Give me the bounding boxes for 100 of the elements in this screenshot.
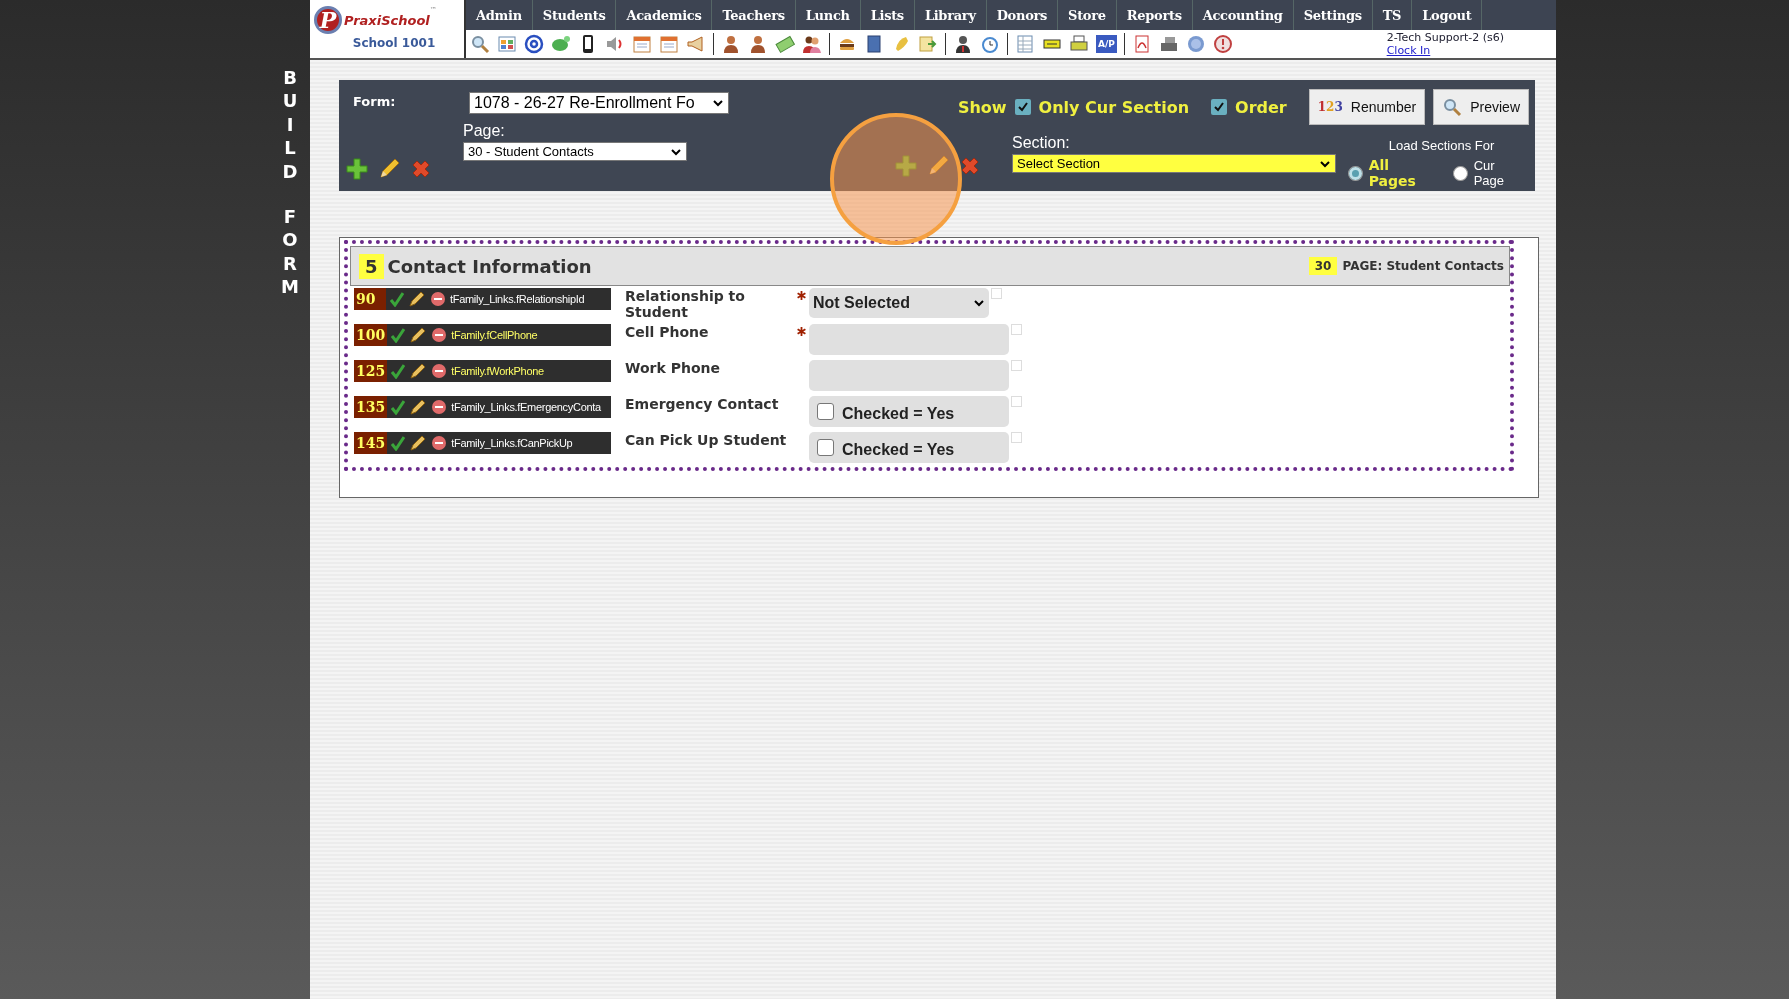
square-icon bbox=[1011, 360, 1022, 371]
pencil-icon[interactable] bbox=[409, 362, 428, 380]
person-icon[interactable] bbox=[721, 34, 741, 54]
pencil-icon[interactable] bbox=[409, 326, 428, 344]
checkbox[interactable] bbox=[817, 439, 834, 456]
checkbox-label: Checked = Yes bbox=[842, 440, 955, 459]
radio-button[interactable] bbox=[1453, 165, 1468, 181]
radio-button[interactable] bbox=[1348, 165, 1363, 181]
square-icon bbox=[991, 288, 1002, 299]
megaphone-icon[interactable] bbox=[686, 34, 706, 54]
form-select[interactable]: 1078 - 26-27 Re-Enrollment Fo bbox=[469, 92, 729, 114]
grid-icon[interactable] bbox=[497, 34, 517, 54]
field-name: tFamily.fWorkPhone bbox=[451, 365, 544, 377]
section-select[interactable]: Select Section bbox=[1012, 154, 1336, 173]
chevron-down-icon bbox=[712, 98, 724, 108]
page-select[interactable]: 30 - Student Contacts bbox=[463, 142, 687, 161]
input-field[interactable] bbox=[809, 360, 1009, 391]
checkmark-icon[interactable] bbox=[390, 291, 404, 307]
nav-item[interactable]: Settings bbox=[1293, 0, 1373, 30]
nav-item[interactable]: Academics bbox=[616, 0, 713, 30]
chevron-down-icon bbox=[670, 146, 682, 157]
pencil-icon[interactable] bbox=[409, 398, 428, 416]
field-label: Work Phone bbox=[625, 360, 721, 376]
checkbox-label: Only Cur Section bbox=[1038, 97, 1190, 117]
search-icon[interactable] bbox=[470, 34, 490, 54]
printer-icon[interactable] bbox=[1069, 34, 1089, 54]
remove-icon[interactable] bbox=[431, 363, 448, 379]
field-label: Emergency Contact bbox=[625, 396, 780, 412]
page-number: 30 bbox=[1308, 257, 1338, 275]
nav-item[interactable]: Donors bbox=[986, 0, 1059, 30]
section-title: Contact Information bbox=[387, 255, 592, 277]
pencil-icon[interactable] bbox=[409, 434, 428, 452]
ap-icon[interactable]: A/P bbox=[1096, 35, 1117, 53]
checkbox[interactable] bbox=[1014, 99, 1031, 115]
nav-item[interactable]: Teachers bbox=[712, 0, 796, 30]
vertical-title: BUILD bbox=[281, 66, 299, 183]
checkmark-icon bbox=[1213, 101, 1226, 113]
radio-label: All Pages bbox=[1368, 157, 1417, 189]
field-name: tFamily_Links.fRelationshipId bbox=[450, 293, 585, 305]
field-name: tFamily.fCellPhone bbox=[451, 329, 538, 341]
order-number: 90 bbox=[354, 288, 386, 310]
remove-icon[interactable] bbox=[431, 327, 448, 343]
person-icon[interactable] bbox=[748, 34, 768, 54]
calendar-icon[interactable] bbox=[659, 34, 679, 54]
nav-item[interactable]: TS bbox=[1372, 0, 1413, 30]
remove-icon[interactable] bbox=[431, 435, 448, 451]
nav-item[interactable]: Library bbox=[914, 0, 987, 30]
checkbox-field[interactable]: Checked = Yes bbox=[809, 396, 1009, 427]
person-icon[interactable] bbox=[953, 34, 973, 54]
chevron-down-icon bbox=[973, 298, 985, 308]
nav-item[interactable]: Logout bbox=[1412, 0, 1483, 30]
clock-in-link[interactable]: Clock In bbox=[1386, 44, 1504, 57]
order-number: 125 bbox=[354, 360, 388, 382]
cash-register-icon[interactable] bbox=[1158, 34, 1179, 54]
order-number: 145 bbox=[354, 432, 388, 454]
chat-bubble-icon[interactable] bbox=[551, 34, 571, 54]
square-icon bbox=[1011, 396, 1022, 407]
nav-item[interactable]: Admin bbox=[466, 0, 533, 30]
book-icon[interactable] bbox=[864, 34, 884, 54]
order-number: 135 bbox=[354, 396, 388, 418]
preview-button[interactable]: Preview bbox=[1433, 89, 1529, 125]
checkmark-icon[interactable] bbox=[391, 363, 406, 379]
numbers-icon: 123 bbox=[1317, 100, 1343, 114]
alert-icon[interactable] bbox=[1212, 34, 1233, 54]
checkmark-icon[interactable] bbox=[391, 327, 406, 343]
renumber-button[interactable]: 123 Renumber bbox=[1308, 89, 1426, 125]
nav-item[interactable]: Students bbox=[532, 0, 617, 30]
pencil-icon[interactable] bbox=[377, 157, 401, 181]
people-icon[interactable] bbox=[802, 34, 822, 54]
checkmark-icon[interactable] bbox=[391, 399, 406, 415]
document-arrow-icon[interactable] bbox=[918, 34, 938, 54]
nav-item[interactable]: Accounting bbox=[1192, 0, 1294, 30]
nav-item[interactable]: Reports bbox=[1116, 0, 1193, 30]
field-name: tFamily_Links.fEmergencyConta bbox=[451, 401, 601, 413]
checkbox-label: Checked = Yes bbox=[842, 404, 955, 423]
nav-item[interactable]: Lunch bbox=[795, 0, 861, 30]
dropdown[interactable]: Not Selected bbox=[809, 288, 989, 318]
checkbox-label: Order bbox=[1235, 97, 1287, 117]
checkbox[interactable] bbox=[1211, 99, 1228, 115]
section-label: Section: bbox=[1012, 134, 1071, 152]
search-icon bbox=[1442, 97, 1463, 117]
pencil-icon[interactable] bbox=[408, 290, 426, 308]
nav-item[interactable]: Lists bbox=[860, 0, 915, 30]
input-field[interactable] bbox=[809, 324, 1009, 355]
vertical-title: FORM bbox=[281, 204, 299, 299]
field-label: Cell Phone bbox=[625, 324, 710, 340]
help-icon[interactable] bbox=[1185, 34, 1206, 54]
section-number: 5 bbox=[359, 253, 384, 279]
remove-icon[interactable] bbox=[431, 399, 448, 415]
checkbox[interactable] bbox=[817, 403, 834, 420]
checkmark-icon[interactable] bbox=[391, 435, 406, 451]
remove-icon[interactable] bbox=[430, 291, 446, 307]
field-name: tFamily_Links.fCanPickUp bbox=[451, 437, 573, 449]
field-label: Relationship to Student bbox=[625, 288, 746, 320]
plus-icon[interactable] bbox=[345, 157, 369, 181]
calendar-icon[interactable] bbox=[632, 34, 652, 54]
nav-item[interactable]: Store bbox=[1058, 0, 1117, 30]
checkbox-field[interactable]: Checked = Yes bbox=[809, 432, 1009, 463]
alarm-clock-icon[interactable] bbox=[980, 34, 1000, 54]
load-sections-label: Load Sections For bbox=[1388, 138, 1495, 153]
